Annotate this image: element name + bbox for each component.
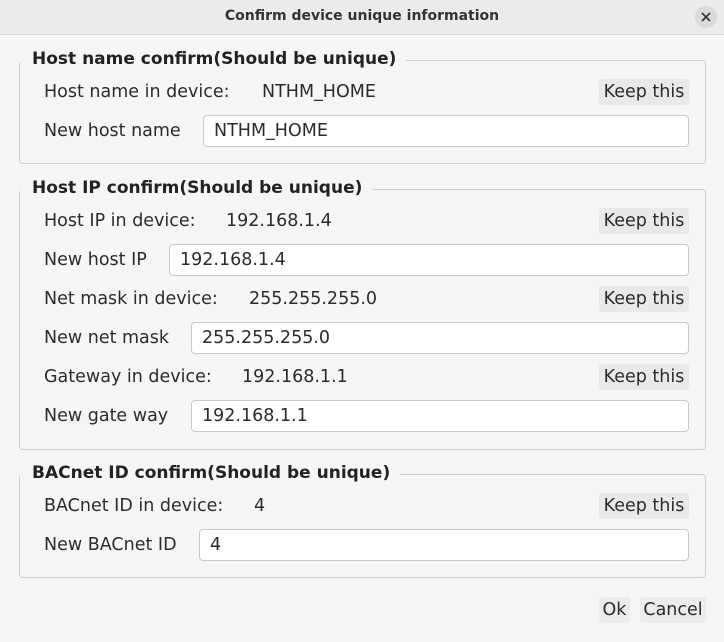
host-name-group-title: Host name confirm(Should be unique)	[20, 48, 407, 70]
keep-bacnet-id-button[interactable]: Keep this	[599, 493, 689, 519]
dialog-titlebar: Confirm device unique information	[0, 0, 724, 35]
new-bacnet-id-input[interactable]	[199, 529, 689, 561]
keep-net-mask-button[interactable]: Keep this	[599, 286, 689, 312]
new-host-ip-label: New host IP	[44, 250, 147, 270]
keep-host-name-button[interactable]: Keep this	[599, 79, 689, 105]
new-host-name-label: New host name	[44, 121, 181, 141]
net-mask-device-value: 255.255.255.0	[249, 289, 378, 309]
host-ip-group-title: Host IP confirm(Should be unique)	[20, 177, 373, 199]
host-name-device-label: Host name in device:	[44, 82, 230, 102]
cancel-button[interactable]: Cancel	[640, 597, 706, 623]
new-net-mask-input[interactable]	[191, 322, 689, 354]
ok-button[interactable]: Ok	[599, 597, 630, 623]
bacnet-id-device-value: 4	[254, 496, 266, 516]
new-gateway-label: New gate way	[44, 406, 169, 426]
host-ip-device-value: 192.168.1.4	[226, 211, 332, 231]
keep-gateway-button[interactable]: Keep this	[599, 364, 689, 390]
bacnet-id-group	[19, 474, 706, 578]
host-name-group	[19, 60, 706, 164]
host-name-device-value: NTHM_HOME	[262, 82, 376, 102]
new-host-name-input[interactable]	[203, 115, 689, 147]
host-ip-device-label: Host IP in device:	[44, 211, 196, 231]
close-icon	[701, 12, 711, 22]
bacnet-id-device-label: BACnet ID in device:	[44, 496, 224, 516]
new-gateway-input[interactable]	[191, 400, 689, 432]
close-button[interactable]	[695, 6, 717, 28]
net-mask-device-label: Net mask in device:	[44, 289, 218, 309]
gateway-device-label: Gateway in device:	[44, 367, 212, 387]
bacnet-id-group-title: BACnet ID confirm(Should be unique)	[20, 462, 401, 484]
new-host-ip-input[interactable]	[169, 244, 689, 276]
keep-host-ip-button[interactable]: Keep this	[599, 208, 689, 234]
new-bacnet-id-label: New BACnet ID	[44, 535, 177, 555]
gateway-device-value: 192.168.1.1	[242, 367, 348, 387]
new-net-mask-label: New net mask	[44, 328, 170, 348]
dialog-title: Confirm device unique information	[224, 8, 500, 24]
